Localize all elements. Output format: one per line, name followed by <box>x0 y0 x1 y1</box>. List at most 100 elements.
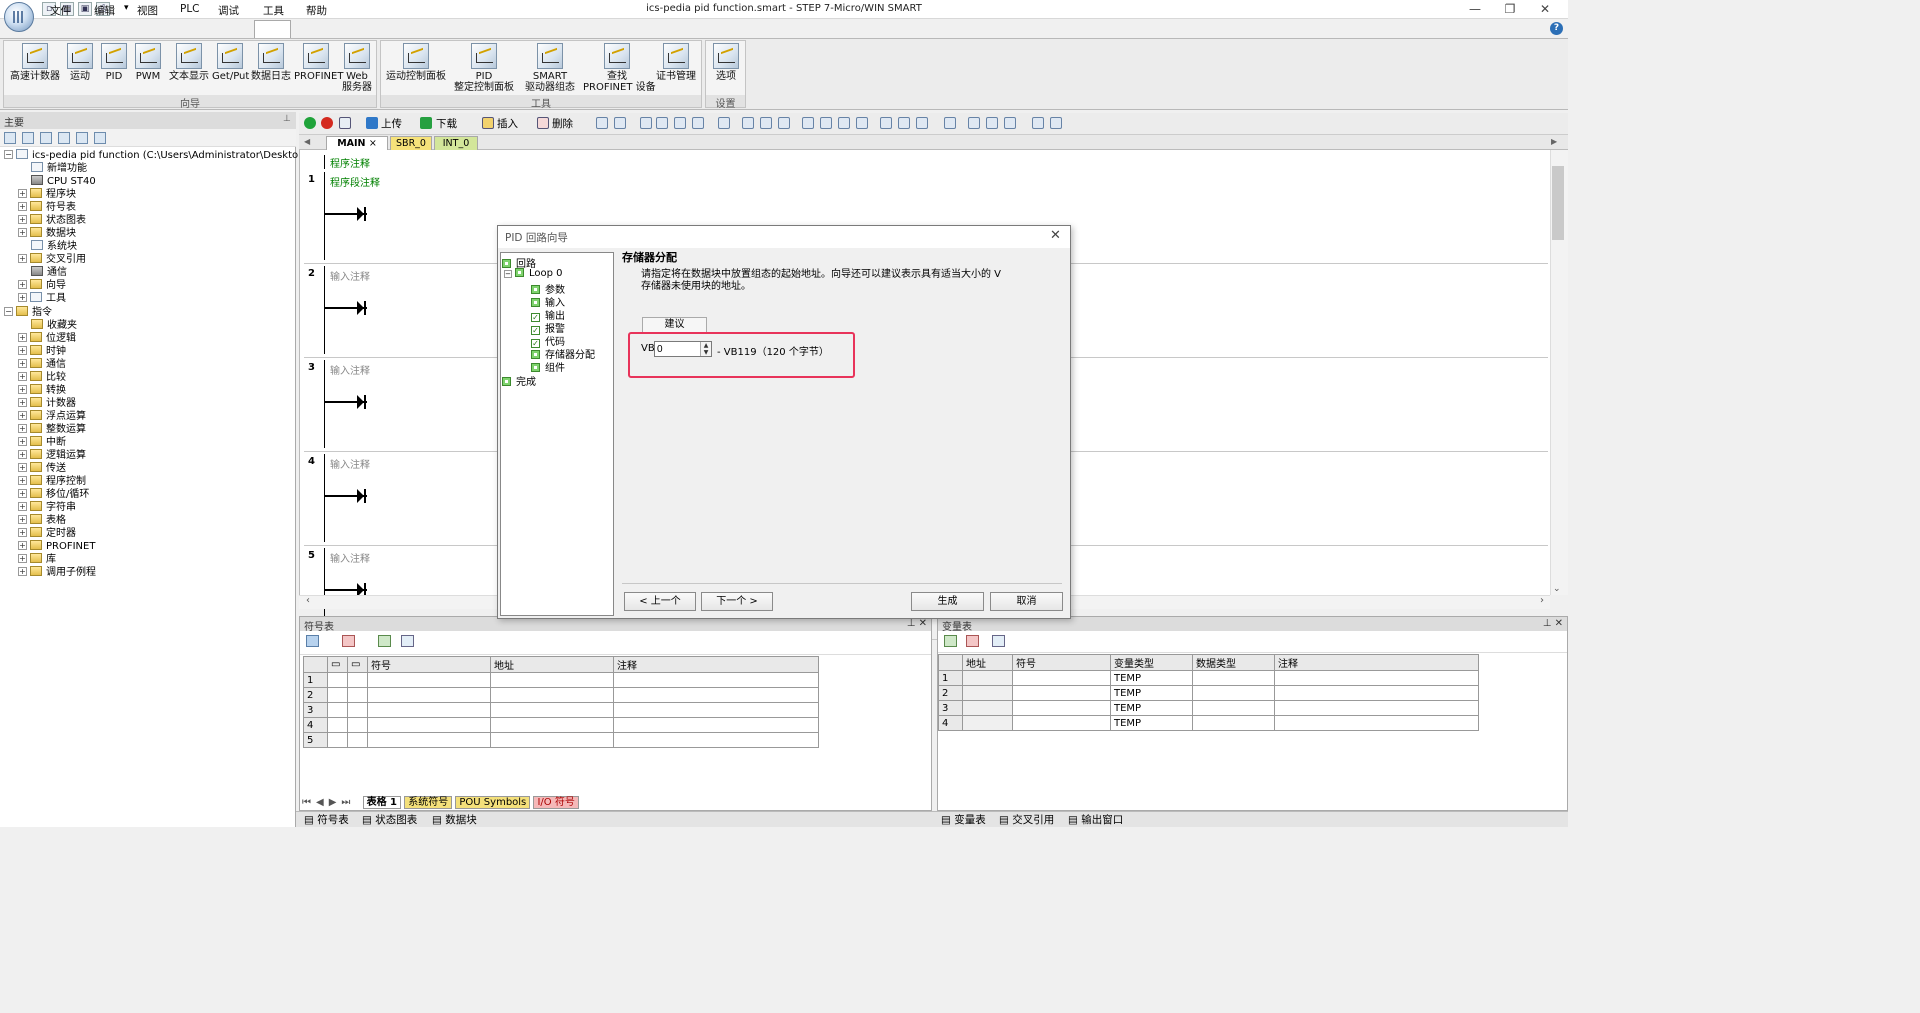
tree-item[interactable]: + 程序块 <box>18 188 76 201</box>
toolbar-tool-icon[interactable] <box>596 117 608 129</box>
expand-icon[interactable]: + <box>18 372 27 381</box>
variable-type-cell[interactable]: TEMP <box>1110 715 1193 731</box>
tree-item[interactable]: + 交叉引用 <box>18 253 86 266</box>
menu-file[interactable]: 文件 <box>50 3 71 18</box>
compile-icon[interactable] <box>339 117 351 129</box>
sheet-tab-system[interactable]: 系统符号 <box>404 796 453 809</box>
tree-item[interactable]: + 转换 <box>18 384 66 397</box>
table-cell[interactable] <box>367 687 491 703</box>
table-row[interactable]: 1 <box>303 672 819 688</box>
table-cell[interactable] <box>1274 685 1479 701</box>
table-cell[interactable] <box>962 670 1013 686</box>
toolbar-tool-icon[interactable] <box>986 117 998 129</box>
table-tool-icon[interactable] <box>378 635 392 647</box>
previous-button[interactable]: < 上一个 <box>624 592 696 611</box>
delete-table-icon[interactable] <box>342 635 356 647</box>
insert-icon[interactable] <box>482 117 494 129</box>
expand-icon[interactable]: + <box>18 476 27 485</box>
table-row[interactable]: 3 TEMP <box>938 700 1479 716</box>
ribbon-button-motion-panel[interactable]: 运动控制面板 <box>383 41 449 82</box>
tree-project-root[interactable]: − ics-pedia pid function (C:\Users\Admini… <box>4 149 328 162</box>
ribbon-button-profinet[interactable]: PROFINET <box>294 41 343 82</box>
close-button[interactable]: ✕ <box>1530 2 1560 16</box>
next-button[interactable]: 下一个 > <box>701 592 773 611</box>
table-cell[interactable] <box>347 687 368 703</box>
expand-icon[interactable]: + <box>18 502 27 511</box>
table-cell[interactable] <box>327 702 348 718</box>
table-cell[interactable] <box>613 717 819 733</box>
tree-tool-icon[interactable] <box>40 132 52 144</box>
toolbar-tool-icon[interactable] <box>640 117 652 129</box>
expand-icon[interactable]: + <box>18 228 27 237</box>
menu-view[interactable]: 视图 <box>137 3 158 18</box>
table-cell[interactable] <box>347 717 368 733</box>
toolbar-tool-icon[interactable] <box>1004 117 1016 129</box>
expand-icon[interactable]: + <box>18 489 27 498</box>
tree-node-finish[interactable]: 完成 <box>502 373 536 388</box>
toolbar-tool-icon[interactable] <box>674 117 686 129</box>
scroll-right-icon[interactable]: › <box>1540 595 1544 606</box>
tree-item[interactable]: + 传送 <box>18 462 66 475</box>
tree-item[interactable]: + 时钟 <box>18 345 66 358</box>
expand-icon[interactable]: + <box>18 254 27 263</box>
scroll-down-icon[interactable]: ⌄ <box>1553 584 1561 594</box>
suggest-button[interactable]: 建议 <box>642 317 707 333</box>
expand-icon[interactable]: + <box>18 346 27 355</box>
tree-tool-icon[interactable] <box>22 132 34 144</box>
bottom-tab-output[interactable]: ▤ 输出窗口 <box>1068 812 1123 827</box>
expand-icon[interactable]: + <box>18 280 27 289</box>
tree-tool-icon[interactable] <box>58 132 70 144</box>
expand-icon[interactable]: + <box>18 437 27 446</box>
bottom-tab-data-block[interactable]: ▤ 数据块 <box>432 812 477 827</box>
toolbar-tool-icon[interactable] <box>880 117 892 129</box>
tree-item[interactable]: + 向导 <box>18 279 66 292</box>
collapse-icon[interactable]: − <box>4 307 13 316</box>
bottom-tab-variable-table[interactable]: ▤ 变量表 <box>941 812 986 827</box>
table-cell[interactable] <box>1274 715 1479 731</box>
toolbar-tool-icon[interactable] <box>760 117 772 129</box>
variable-grid[interactable]: 地址 符号 变量类型 数据类型 注释 1 TEMP 2 TEMP 3 TEMP 4 TEMP <box>938 654 1479 731</box>
tree-item[interactable]: + 状态图表 <box>18 214 86 227</box>
tab-scroll-left-icon[interactable]: ◀ <box>304 137 310 146</box>
table-cell[interactable] <box>347 732 368 748</box>
network-comment[interactable]: 输入注释 <box>330 456 370 471</box>
table-row[interactable]: 2 TEMP <box>938 685 1479 701</box>
table-cell[interactable] <box>490 732 614 748</box>
ribbon-button-data-log[interactable]: 数据日志 <box>248 41 294 82</box>
ribbon-button-motion[interactable]: 运动 <box>64 41 96 82</box>
collapse-icon[interactable]: − <box>504 270 512 278</box>
tree-item[interactable]: 系统块 <box>31 240 77 253</box>
ribbon-button-find-profinet[interactable]: 查找 PROFINET 设备 <box>583 41 656 93</box>
tree-item[interactable]: 通信 <box>31 266 67 279</box>
toolbar-tool-icon[interactable] <box>802 117 814 129</box>
tab-close-icon[interactable]: × <box>369 138 377 149</box>
expand-icon[interactable]: + <box>18 385 27 394</box>
download-button[interactable]: 下载 <box>436 116 457 131</box>
sheet-tab-pou[interactable]: POU Symbols <box>455 796 531 809</box>
toolbar-tool-icon[interactable] <box>838 117 850 129</box>
generate-button[interactable]: 生成 <box>911 592 984 611</box>
maximize-button[interactable]: ❐ <box>1495 2 1525 16</box>
stop-icon[interactable] <box>321 117 333 129</box>
table-cell[interactable] <box>367 702 491 718</box>
tree-item[interactable]: + 数据块 <box>18 227 76 240</box>
expand-icon[interactable]: + <box>18 202 27 211</box>
expand-icon[interactable]: + <box>18 333 27 342</box>
expand-icon[interactable]: + <box>18 515 27 524</box>
table-row[interactable]: 4 <box>303 717 819 733</box>
network-comment[interactable]: 程序段注释 <box>330 174 380 189</box>
network-comment[interactable]: 输入注释 <box>330 362 370 377</box>
tree-node-loop0[interactable]: − Loop 0 <box>504 268 563 279</box>
table-cell[interactable] <box>1192 685 1275 701</box>
toolbar-tool-icon[interactable] <box>1032 117 1044 129</box>
table-cell[interactable] <box>327 672 348 688</box>
tree-item[interactable]: + 工具 <box>18 292 66 305</box>
insert-button[interactable]: 插入 <box>497 116 518 131</box>
toolbar-tool-icon[interactable] <box>898 117 910 129</box>
tree-instructions-root[interactable]: − 指令 <box>4 306 52 319</box>
tree-item[interactable]: CPU ST40 <box>31 175 96 188</box>
expand-icon[interactable]: + <box>18 528 27 537</box>
table-cell[interactable] <box>347 672 368 688</box>
collapse-icon[interactable]: − <box>4 150 13 159</box>
bottom-tab-status-chart[interactable]: ▤ 状态图表 <box>362 812 417 827</box>
